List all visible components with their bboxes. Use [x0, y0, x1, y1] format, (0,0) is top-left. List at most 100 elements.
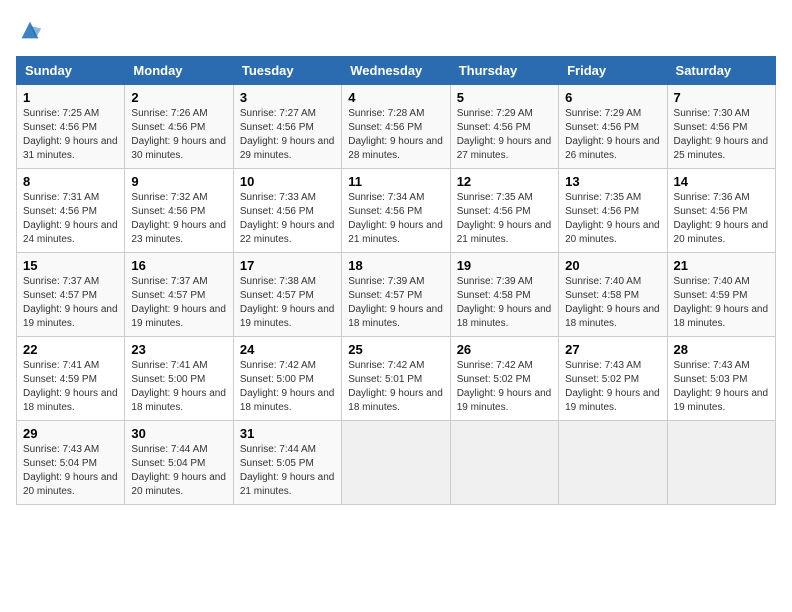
day-info: Sunrise: 7:43 AMSunset: 5:03 PMDaylight:… [674, 360, 769, 413]
day-number: 25 [348, 342, 443, 357]
calendar-cell [559, 421, 667, 505]
calendar-cell: 1 Sunrise: 7:25 AMSunset: 4:56 PMDayligh… [17, 85, 125, 169]
calendar-cell: 31 Sunrise: 7:44 AMSunset: 5:05 PMDaylig… [233, 421, 341, 505]
day-info: Sunrise: 7:37 AMSunset: 4:57 PMDaylight:… [131, 276, 226, 329]
day-info: Sunrise: 7:44 AMSunset: 5:05 PMDaylight:… [240, 444, 335, 497]
day-info: Sunrise: 7:39 AMSunset: 4:57 PMDaylight:… [348, 276, 443, 329]
dow-header-wednesday: Wednesday [342, 57, 450, 85]
calendar-cell: 24 Sunrise: 7:42 AMSunset: 5:00 PMDaylig… [233, 337, 341, 421]
calendar-body: 1 Sunrise: 7:25 AMSunset: 4:56 PMDayligh… [17, 85, 776, 505]
day-number: 9 [131, 174, 226, 189]
day-number: 27 [565, 342, 660, 357]
calendar-cell: 14 Sunrise: 7:36 AMSunset: 4:56 PMDaylig… [667, 169, 775, 253]
calendar-cell: 2 Sunrise: 7:26 AMSunset: 4:56 PMDayligh… [125, 85, 233, 169]
calendar-cell: 13 Sunrise: 7:35 AMSunset: 4:56 PMDaylig… [559, 169, 667, 253]
day-number: 31 [240, 426, 335, 441]
day-number: 29 [23, 426, 118, 441]
day-info: Sunrise: 7:28 AMSunset: 4:56 PMDaylight:… [348, 108, 443, 161]
day-info: Sunrise: 7:34 AMSunset: 4:56 PMDaylight:… [348, 192, 443, 245]
calendar-table: SundayMondayTuesdayWednesdayThursdayFrid… [16, 56, 776, 505]
day-number: 8 [23, 174, 118, 189]
day-info: Sunrise: 7:42 AMSunset: 5:00 PMDaylight:… [240, 360, 335, 413]
calendar-cell: 26 Sunrise: 7:42 AMSunset: 5:02 PMDaylig… [450, 337, 558, 421]
day-info: Sunrise: 7:44 AMSunset: 5:04 PMDaylight:… [131, 444, 226, 497]
day-info: Sunrise: 7:31 AMSunset: 4:56 PMDaylight:… [23, 192, 118, 245]
day-info: Sunrise: 7:42 AMSunset: 5:02 PMDaylight:… [457, 360, 552, 413]
day-info: Sunrise: 7:26 AMSunset: 4:56 PMDaylight:… [131, 108, 226, 161]
calendar-cell: 11 Sunrise: 7:34 AMSunset: 4:56 PMDaylig… [342, 169, 450, 253]
calendar-cell [342, 421, 450, 505]
logo-icon [16, 16, 44, 44]
day-info: Sunrise: 7:30 AMSunset: 4:56 PMDaylight:… [674, 108, 769, 161]
day-number: 14 [674, 174, 769, 189]
dow-header-saturday: Saturday [667, 57, 775, 85]
calendar-cell: 3 Sunrise: 7:27 AMSunset: 4:56 PMDayligh… [233, 85, 341, 169]
calendar-cell: 20 Sunrise: 7:40 AMSunset: 4:58 PMDaylig… [559, 253, 667, 337]
calendar-cell: 9 Sunrise: 7:32 AMSunset: 4:56 PMDayligh… [125, 169, 233, 253]
calendar-cell: 30 Sunrise: 7:44 AMSunset: 5:04 PMDaylig… [125, 421, 233, 505]
day-number: 22 [23, 342, 118, 357]
day-info: Sunrise: 7:29 AMSunset: 4:56 PMDaylight:… [565, 108, 660, 161]
day-number: 11 [348, 174, 443, 189]
day-number: 13 [565, 174, 660, 189]
day-number: 20 [565, 258, 660, 273]
day-number: 17 [240, 258, 335, 273]
logo [16, 16, 46, 44]
calendar-week-row: 22 Sunrise: 7:41 AMSunset: 4:59 PMDaylig… [17, 337, 776, 421]
day-info: Sunrise: 7:35 AMSunset: 4:56 PMDaylight:… [457, 192, 552, 245]
day-info: Sunrise: 7:43 AMSunset: 5:02 PMDaylight:… [565, 360, 660, 413]
day-info: Sunrise: 7:35 AMSunset: 4:56 PMDaylight:… [565, 192, 660, 245]
calendar-cell: 8 Sunrise: 7:31 AMSunset: 4:56 PMDayligh… [17, 169, 125, 253]
dow-header-friday: Friday [559, 57, 667, 85]
dow-header-thursday: Thursday [450, 57, 558, 85]
calendar-cell [450, 421, 558, 505]
day-number: 5 [457, 90, 552, 105]
day-info: Sunrise: 7:42 AMSunset: 5:01 PMDaylight:… [348, 360, 443, 413]
day-number: 28 [674, 342, 769, 357]
day-info: Sunrise: 7:37 AMSunset: 4:57 PMDaylight:… [23, 276, 118, 329]
day-number: 18 [348, 258, 443, 273]
calendar-cell: 19 Sunrise: 7:39 AMSunset: 4:58 PMDaylig… [450, 253, 558, 337]
calendar-week-row: 8 Sunrise: 7:31 AMSunset: 4:56 PMDayligh… [17, 169, 776, 253]
day-number: 12 [457, 174, 552, 189]
day-info: Sunrise: 7:33 AMSunset: 4:56 PMDaylight:… [240, 192, 335, 245]
day-info: Sunrise: 7:38 AMSunset: 4:57 PMDaylight:… [240, 276, 335, 329]
calendar-cell: 16 Sunrise: 7:37 AMSunset: 4:57 PMDaylig… [125, 253, 233, 337]
calendar-cell: 10 Sunrise: 7:33 AMSunset: 4:56 PMDaylig… [233, 169, 341, 253]
dow-header-sunday: Sunday [17, 57, 125, 85]
day-info: Sunrise: 7:39 AMSunset: 4:58 PMDaylight:… [457, 276, 552, 329]
calendar-cell: 27 Sunrise: 7:43 AMSunset: 5:02 PMDaylig… [559, 337, 667, 421]
calendar-week-row: 15 Sunrise: 7:37 AMSunset: 4:57 PMDaylig… [17, 253, 776, 337]
header [16, 16, 776, 44]
day-number: 30 [131, 426, 226, 441]
day-info: Sunrise: 7:40 AMSunset: 4:58 PMDaylight:… [565, 276, 660, 329]
calendar-cell: 18 Sunrise: 7:39 AMSunset: 4:57 PMDaylig… [342, 253, 450, 337]
day-info: Sunrise: 7:36 AMSunset: 4:56 PMDaylight:… [674, 192, 769, 245]
day-of-week-header: SundayMondayTuesdayWednesdayThursdayFrid… [17, 57, 776, 85]
day-info: Sunrise: 7:41 AMSunset: 4:59 PMDaylight:… [23, 360, 118, 413]
day-info: Sunrise: 7:25 AMSunset: 4:56 PMDaylight:… [23, 108, 118, 161]
day-info: Sunrise: 7:40 AMSunset: 4:59 PMDaylight:… [674, 276, 769, 329]
calendar-week-row: 1 Sunrise: 7:25 AMSunset: 4:56 PMDayligh… [17, 85, 776, 169]
day-number: 24 [240, 342, 335, 357]
calendar-cell: 15 Sunrise: 7:37 AMSunset: 4:57 PMDaylig… [17, 253, 125, 337]
calendar-cell [667, 421, 775, 505]
day-number: 23 [131, 342, 226, 357]
day-number: 15 [23, 258, 118, 273]
day-number: 2 [131, 90, 226, 105]
calendar-cell: 12 Sunrise: 7:35 AMSunset: 4:56 PMDaylig… [450, 169, 558, 253]
calendar-cell: 22 Sunrise: 7:41 AMSunset: 4:59 PMDaylig… [17, 337, 125, 421]
day-number: 19 [457, 258, 552, 273]
day-info: Sunrise: 7:27 AMSunset: 4:56 PMDaylight:… [240, 108, 335, 161]
day-number: 7 [674, 90, 769, 105]
day-number: 1 [23, 90, 118, 105]
calendar-cell: 17 Sunrise: 7:38 AMSunset: 4:57 PMDaylig… [233, 253, 341, 337]
calendar-cell: 7 Sunrise: 7:30 AMSunset: 4:56 PMDayligh… [667, 85, 775, 169]
day-number: 10 [240, 174, 335, 189]
day-number: 21 [674, 258, 769, 273]
day-info: Sunrise: 7:41 AMSunset: 5:00 PMDaylight:… [131, 360, 226, 413]
calendar-cell: 5 Sunrise: 7:29 AMSunset: 4:56 PMDayligh… [450, 85, 558, 169]
day-number: 16 [131, 258, 226, 273]
day-number: 26 [457, 342, 552, 357]
day-number: 3 [240, 90, 335, 105]
